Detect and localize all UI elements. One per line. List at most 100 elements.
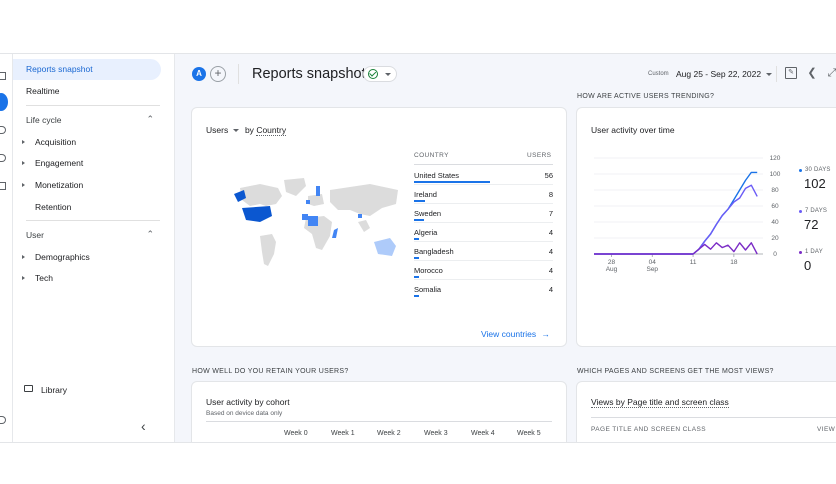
property-avatar[interactable]: A [192,67,206,81]
table-row[interactable]: Morocco 4 [414,263,553,282]
icon-rail [0,54,13,442]
sidebar-item-engagement[interactable]: Engagement [13,158,83,168]
week-0-header: Week 0 [284,430,308,437]
col-views: VIEW [817,426,836,433]
country-name: United States [414,171,460,180]
col-users: USERS [527,152,552,159]
sidebar-item-reports-snapshot[interactable]: Reports snapshot [13,59,161,80]
country-name: Ireland [414,190,437,199]
sidebar-item-label: Tech [35,273,53,283]
map-sweden [316,186,320,196]
caret-down-icon[interactable] [232,129,239,133]
row-divider [414,260,553,261]
week-3-header: Week 3 [424,430,448,437]
legend-30-days-swatch [799,169,802,172]
section-retention: HOW WELL DO YOU RETAIN YOUR USERS? [192,368,349,375]
users-by-country-card: Users by Country COUNTRY USERS United St… [191,107,567,347]
share-bar [414,200,425,202]
share-bar [414,219,424,221]
collapse-chevron-icon[interactable]: ‹ [141,418,146,434]
sidebar-divider [26,220,160,221]
sidebar-item-acquisition[interactable]: Acquisition [13,137,76,147]
pages-card-title[interactable]: Views by Page title and screen class [591,397,729,408]
world-map [234,178,398,266]
edit-report-icon[interactable]: ✎ [785,67,797,79]
user-count: 4 [548,228,553,237]
view-countries-label: View countries [481,329,537,339]
advertising-icon[interactable] [0,154,6,162]
share-bar [414,257,419,259]
section-user[interactable]: User ⌃ [26,229,162,240]
view-countries-link[interactable]: View countries → [481,329,550,339]
user-count: 56 [544,171,553,180]
card-title: User activity over time [591,125,675,135]
table-row[interactable]: Somalia 4 [414,282,553,301]
series-line-1-day [594,242,758,255]
row-divider [414,279,553,280]
cohort-header-divider [206,421,552,422]
metric-selector[interactable]: Users [206,125,228,135]
sidebar-item-label: Monetization [35,180,84,190]
x-tick-label: 18 [730,259,738,266]
section-user-label: User [26,230,44,240]
section-life-cycle[interactable]: Life cycle ⌃ [26,114,162,125]
week-5-header: Week 5 [517,430,541,437]
sidebar-item-realtime[interactable]: Realtime [13,81,161,102]
sidebar-item-label: Demographics [35,252,90,262]
sidebar-item-monetization[interactable]: Monetization [13,180,83,190]
expand-arrow-icon [22,255,25,259]
by-label: by [244,125,254,135]
y-tick-label: 60 [771,203,779,210]
explore-icon[interactable] [0,126,6,134]
reports-icon[interactable] [0,93,8,111]
cohort-card: User activity by cohort Based on device … [191,381,567,442]
user-count: 4 [548,247,553,256]
y-tick-label: 120 [770,155,781,162]
row-divider [414,203,553,204]
sidebar-item-label: Engagement [35,158,84,168]
settings-icon[interactable] [0,416,6,424]
map-united-states [242,206,272,222]
share-bar [414,276,419,278]
insights-icon[interactable]: ⤢ [826,67,836,79]
sidebar-item-retention[interactable]: Retention [13,202,71,212]
share-bar [414,295,419,297]
header-divider [238,64,239,84]
x-tick-month-label: Aug [606,266,618,273]
sidebar-item-demographics[interactable]: Demographics [13,252,90,262]
map-asia [330,184,398,216]
table-row[interactable]: Algeria 4 [414,225,553,244]
x-tick-label: 04 [649,259,657,266]
header-divider [776,66,777,82]
date-caret-down-icon[interactable] [766,73,772,76]
user-count: 7 [548,209,553,218]
table-row[interactable]: Ireland 8 [414,187,553,206]
card-subtitle: Based on device data only [206,410,283,417]
x-tick-label: 28 [608,259,616,266]
table-row[interactable]: Bangladesh 4 [414,244,553,263]
date-range-picker[interactable]: Aug 25 - Sep 22, 2022 [676,69,761,79]
x-tick-month-label: Sep [646,266,658,273]
expand-arrow-icon [22,276,25,280]
week-4-header: Week 4 [471,430,495,437]
sidebar: Reports snapshot Realtime Life cycle ⌃ A… [13,54,175,442]
series-line-7-days [594,184,758,255]
add-comparison-button[interactable]: + [210,66,226,82]
user-count: 4 [548,266,553,275]
library-link[interactable]: Library [41,385,67,395]
user-activity-chart: 0 20 40 60 80 100 120 28Aug 04Sep 11 18 [594,155,781,273]
section-life-cycle-label: Life cycle [26,115,62,125]
table-row[interactable]: United States 56 [414,168,553,187]
table-row[interactable]: Sweden 7 [414,206,553,225]
sidebar-item-tech[interactable]: Tech [13,273,53,283]
legend-1-day-swatch [799,251,802,254]
dimension-selector[interactable]: Country [256,125,287,136]
share-icon[interactable]: ❮ [806,67,818,79]
series-line-30-days [594,171,758,255]
sidebar-item-label: Retention [35,202,72,212]
home-icon[interactable] [0,72,6,80]
y-tick-label: 80 [771,187,779,194]
expand-arrow-icon [22,161,25,165]
configure-icon[interactable] [0,182,6,190]
status-dropdown[interactable] [363,66,397,82]
